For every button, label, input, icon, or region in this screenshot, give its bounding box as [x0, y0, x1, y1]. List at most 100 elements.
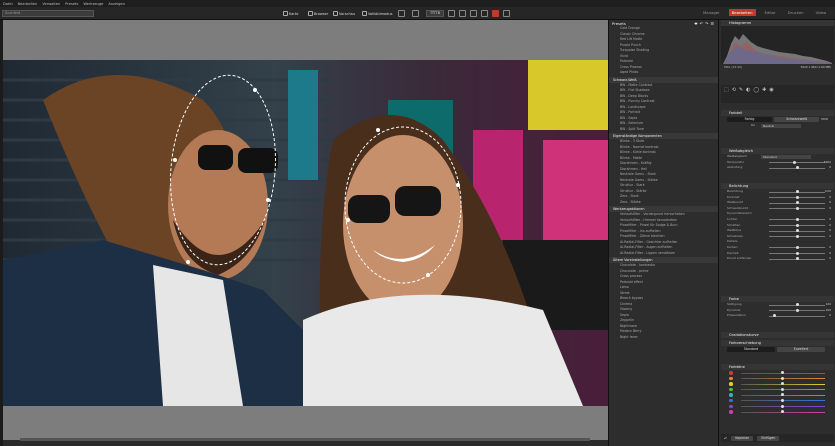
- preview-button[interactable]: Vorschau: [333, 9, 355, 18]
- info-icon[interactable]: [503, 10, 510, 17]
- exposure-value[interactable]: 0: [829, 256, 831, 262]
- white-balance-section: Weißabgleich Weißabgleich Standard Tempe…: [721, 148, 834, 171]
- gradation-title[interactable]: Gradationskurve: [721, 332, 834, 338]
- exposure-slider-handle[interactable]: [795, 195, 799, 199]
- zoom-field[interactable]: TTTTB: [426, 10, 444, 17]
- hsl-slider-handle[interactable]: [781, 404, 784, 408]
- wb-slider-handle[interactable]: [792, 160, 796, 164]
- clone-icon[interactable]: ✚: [762, 87, 766, 93]
- tab-manager[interactable]: Manager: [700, 9, 723, 16]
- exposure-slider-handle[interactable]: [795, 245, 799, 249]
- crop-icon[interactable]: ⬚: [724, 87, 729, 93]
- hsl-color-swatch[interactable]: [729, 371, 733, 375]
- hsl-color-swatch[interactable]: [729, 404, 733, 409]
- split-icon[interactable]: [470, 10, 477, 17]
- standard-button[interactable]: Standard: [727, 347, 775, 352]
- color-label: Dynamik: [727, 307, 741, 312]
- menu-presets[interactable]: Presets: [65, 2, 78, 6]
- exposure-label: Klarheit: [727, 250, 739, 255]
- hsl-slider-handle[interactable]: [781, 398, 784, 402]
- map-icon: [283, 11, 288, 16]
- color-mode-button[interactable]: Farbig: [727, 117, 773, 122]
- radial-icon[interactable]: ◯: [754, 87, 760, 93]
- wb-label: Abstufung: [727, 165, 743, 170]
- browser-icon: [308, 11, 313, 16]
- exposure-slider-handle[interactable]: [795, 257, 799, 261]
- preset-item[interactable]: Zero - Stärke: [609, 200, 718, 206]
- color-value[interactable]: 0: [829, 313, 831, 319]
- fullscreen-button[interactable]: Vollbildmodus: [362, 9, 392, 18]
- menu-datei[interactable]: Datei: [3, 2, 13, 6]
- menu-verwalten[interactable]: Verwalten: [42, 2, 60, 6]
- redo-icon[interactable]: ↷: [705, 21, 708, 26]
- grid-icon[interactable]: [481, 10, 488, 17]
- gradient-icon[interactable]: ◐: [746, 87, 750, 93]
- extended-button[interactable]: Erweitert: [777, 347, 825, 352]
- menu-werkzeuge[interactable]: Werkzeuge: [83, 2, 103, 6]
- paste-button[interactable]: Einfügen: [757, 435, 780, 441]
- hsl-slider-handle[interactable]: [781, 387, 784, 391]
- compare-icon[interactable]: [459, 10, 466, 17]
- color-label: Sättigung: [727, 302, 742, 306]
- preset-item[interactable]: Night fever: [609, 335, 718, 341]
- clipping-icon[interactable]: [492, 10, 499, 17]
- zoom-in-icon[interactable]: [412, 10, 419, 17]
- hsl-color-swatch[interactable]: [729, 410, 733, 414]
- fit-icon[interactable]: [448, 10, 455, 17]
- menu-bearbeiten[interactable]: Bearbeiten: [18, 2, 38, 6]
- hsl-slider-handle[interactable]: [781, 382, 784, 386]
- exposure-slider-handle[interactable]: [795, 206, 799, 210]
- wb-slider-track[interactable]: [769, 162, 825, 164]
- hsl-color-swatch[interactable]: [729, 382, 733, 386]
- wb-value[interactable]: 0: [829, 165, 831, 171]
- wb-slider-handle[interactable]: [795, 166, 799, 170]
- preset-item[interactable]: AI-Radial-Filter - Lippen verstärken: [609, 251, 718, 257]
- preset-item[interactable]: BW - Split Tone: [609, 127, 718, 133]
- horizontal-scrollbar[interactable]: [20, 438, 590, 441]
- redeye-icon[interactable]: ◉: [769, 87, 773, 93]
- edited-photo[interactable]: [3, 60, 608, 406]
- add-preset-icon[interactable]: ✚: [694, 21, 697, 26]
- tab-video[interactable]: Video: [813, 9, 830, 16]
- zoom-out-icon[interactable]: [398, 10, 405, 17]
- menu-bar: Datei Bearbeiten Verwalten Presets Werkz…: [0, 0, 835, 7]
- color-slider-handle[interactable]: [773, 314, 777, 318]
- exposure-slider-handle[interactable]: [795, 234, 799, 238]
- tab-bearbeiten[interactable]: Bearbeiten: [728, 9, 756, 16]
- tab-editor[interactable]: Editor: [762, 9, 779, 16]
- hsl-color-swatch[interactable]: [729, 387, 733, 392]
- hsl-slider-handle[interactable]: [781, 393, 784, 397]
- color-slider-handle[interactable]: [795, 308, 799, 312]
- brush-icon[interactable]: ✎: [739, 87, 743, 93]
- rotate-icon[interactable]: ⟲: [732, 87, 736, 93]
- menu-icon[interactable]: ☰: [710, 21, 714, 26]
- menu-anzeigen[interactable]: Anzeigen: [108, 2, 125, 6]
- bw-mode-button[interactable]: Schwarzweiß: [774, 117, 820, 122]
- hsl-color-swatch[interactable]: [729, 398, 733, 403]
- exposure-slider-handle[interactable]: [795, 217, 799, 221]
- preset-item[interactable]: Aged Photo: [609, 70, 718, 76]
- filter-dropdown[interactable]: Neutral: [761, 124, 801, 128]
- hsl-slider-handle[interactable]: [781, 376, 784, 380]
- wb-mode-dropdown[interactable]: Standard: [761, 155, 811, 159]
- exposure-slider-handle[interactable]: [795, 223, 799, 227]
- exposure-slider-handle[interactable]: [795, 251, 799, 255]
- color-row: Präsentation 0: [721, 313, 834, 319]
- search-input[interactable]: Suchfeld: [2, 10, 94, 17]
- map-button[interactable]: Karte: [283, 9, 298, 18]
- undo-icon[interactable]: ↶: [700, 21, 703, 26]
- hsl-slider-handle[interactable]: [781, 371, 784, 374]
- exposure-slider-handle[interactable]: [795, 201, 799, 205]
- color-slider-track[interactable]: [769, 315, 825, 317]
- hsl-slider-handle[interactable]: [781, 410, 784, 414]
- color-slider-handle[interactable]: [795, 303, 799, 306]
- browser-button[interactable]: Browser: [308, 9, 328, 18]
- copy-button[interactable]: Kopieren: [731, 435, 754, 441]
- undo-bottom-icon[interactable]: ↶: [724, 436, 727, 441]
- hsl-color-swatch[interactable]: [729, 393, 733, 397]
- exposure-slider-handle[interactable]: [795, 229, 799, 233]
- tab-drucken[interactable]: Drucken: [785, 9, 807, 16]
- exposure-slider-handle[interactable]: [795, 190, 799, 193]
- exposure-label: Details: [727, 239, 738, 244]
- hsl-color-swatch[interactable]: [729, 376, 733, 381]
